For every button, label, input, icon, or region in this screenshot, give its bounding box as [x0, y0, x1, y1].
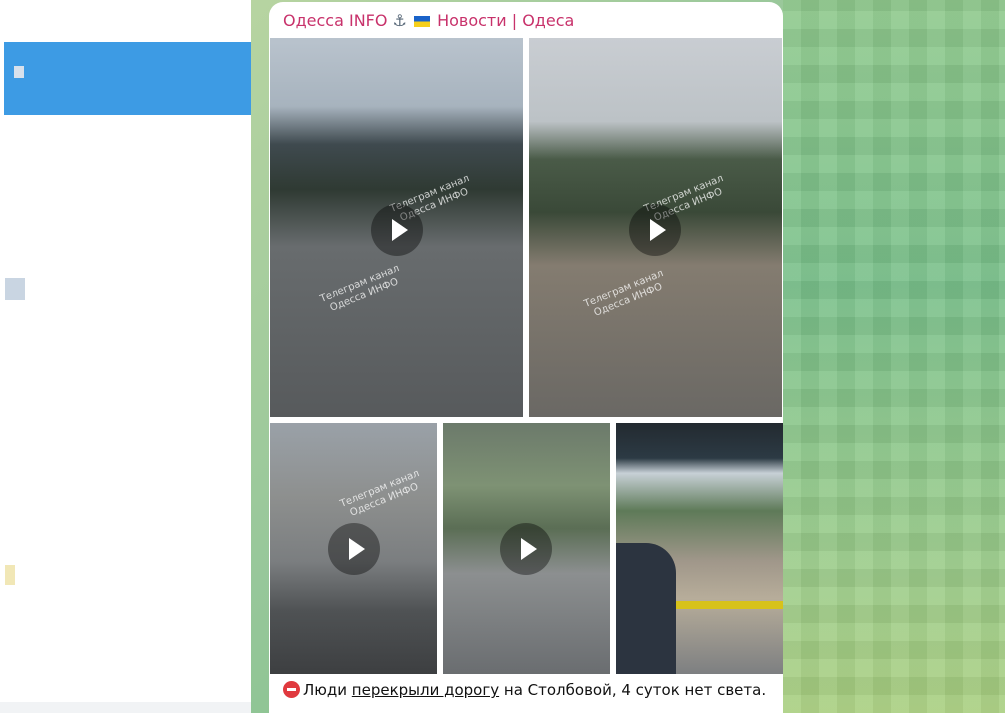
chat-item-avatar[interactable] — [5, 278, 25, 300]
caption-link[interactable]: перекрыли дорогу — [352, 681, 499, 699]
ukraine-flag-icon — [414, 16, 430, 27]
video-thumbnail[interactable]: Телеграм канал Одесса ИНФО Телеграм канал… — [270, 38, 523, 417]
bus-seat — [616, 543, 676, 674]
play-icon[interactable] — [500, 523, 552, 575]
chat-list — [0, 0, 251, 713]
video-thumbnail[interactable] — [443, 423, 610, 674]
channel-name-suffix: Новости | Одеса — [437, 11, 575, 30]
caption-text-end: на Столбовой, 4 суток нет света. — [499, 681, 767, 699]
play-icon[interactable] — [371, 204, 423, 256]
channel-post: Одесса INFO ⚓ Новости | Одеса Телеграм к… — [269, 2, 783, 713]
photo-thumbnail[interactable] — [616, 423, 783, 674]
no-entry-emoji-icon — [283, 681, 300, 698]
caption-text: Люди — [303, 681, 352, 699]
play-icon[interactable] — [328, 523, 380, 575]
chat-avatar — [14, 66, 24, 78]
anchor-icon: ⚓ — [392, 11, 407, 30]
channel-name: Одесса INFO — [283, 11, 388, 30]
chat-item-avatar[interactable] — [5, 565, 15, 585]
post-caption: Люди перекрыли дорогу на Столбовой, 4 су… — [283, 681, 766, 699]
channel-title[interactable]: Одесса INFO ⚓ Новости | Одеса — [283, 11, 574, 30]
video-thumbnail[interactable]: Телеграм канал Одесса ИНФО — [270, 423, 437, 674]
active-chat-item[interactable] — [4, 42, 251, 115]
chat-background-pattern — [783, 0, 1005, 713]
play-icon[interactable] — [629, 204, 681, 256]
video-thumbnail[interactable]: Телеграм канал Одесса ИНФО Телеграм канал… — [529, 38, 782, 417]
sidebar-footer — [0, 702, 251, 713]
